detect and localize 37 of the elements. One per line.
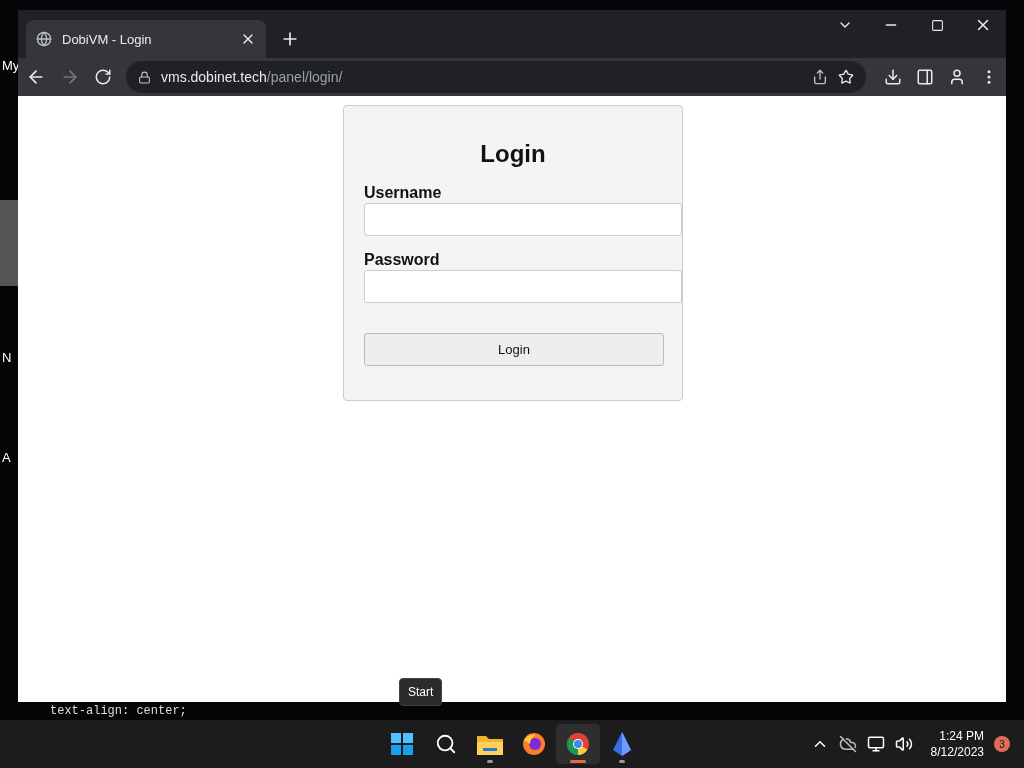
tooltip: Start	[399, 678, 443, 706]
reload-icon[interactable]	[94, 68, 112, 86]
url-path: /panel/login/	[266, 69, 343, 85]
side-panel-icon[interactable]	[916, 68, 934, 86]
maximize-icon[interactable]	[930, 18, 944, 32]
tab-title: DobiVM - Login	[62, 31, 153, 47]
cloud-off-icon[interactable]	[838, 735, 857, 753]
globe-icon	[36, 31, 52, 47]
login-title: Login	[479, 140, 547, 168]
search-icon	[435, 733, 457, 755]
windows-icon	[391, 733, 413, 755]
profile-icon[interactable]	[948, 68, 966, 86]
folder-icon	[477, 733, 503, 755]
login-button[interactable]: Login	[364, 333, 664, 366]
download-icon[interactable]	[884, 68, 902, 86]
browser-tab[interactable]: DobiVM - Login	[26, 20, 266, 58]
field-label: Username	[364, 184, 443, 202]
clock[interactable]: 1:24 PM 8/12/2023	[930, 728, 984, 760]
desktop-label[interactable]: A	[2, 450, 11, 465]
input-field[interactable]	[364, 203, 682, 236]
lock-icon	[138, 70, 151, 84]
volume-icon[interactable]	[894, 735, 913, 753]
star-icon[interactable]	[838, 69, 854, 85]
code-text: text-align: center;	[50, 704, 187, 718]
input-field[interactable]	[364, 270, 682, 303]
network-icon[interactable]	[866, 735, 885, 753]
desktop-label[interactable]: N	[2, 350, 12, 365]
field-label: Password	[364, 251, 441, 269]
desktop-label[interactable]: My	[2, 58, 20, 73]
share-icon[interactable]	[812, 69, 828, 85]
chrome-icon	[566, 732, 590, 756]
firefox-icon	[522, 732, 546, 756]
address-bar[interactable]: vms.dobinet.tech/panel/login/	[126, 61, 866, 93]
url-host: vms.dobinet.tech	[161, 69, 267, 85]
notification-badge[interactable]: 3	[994, 736, 1010, 752]
taskbar-app[interactable]	[556, 724, 600, 764]
crystal-icon	[611, 732, 633, 756]
